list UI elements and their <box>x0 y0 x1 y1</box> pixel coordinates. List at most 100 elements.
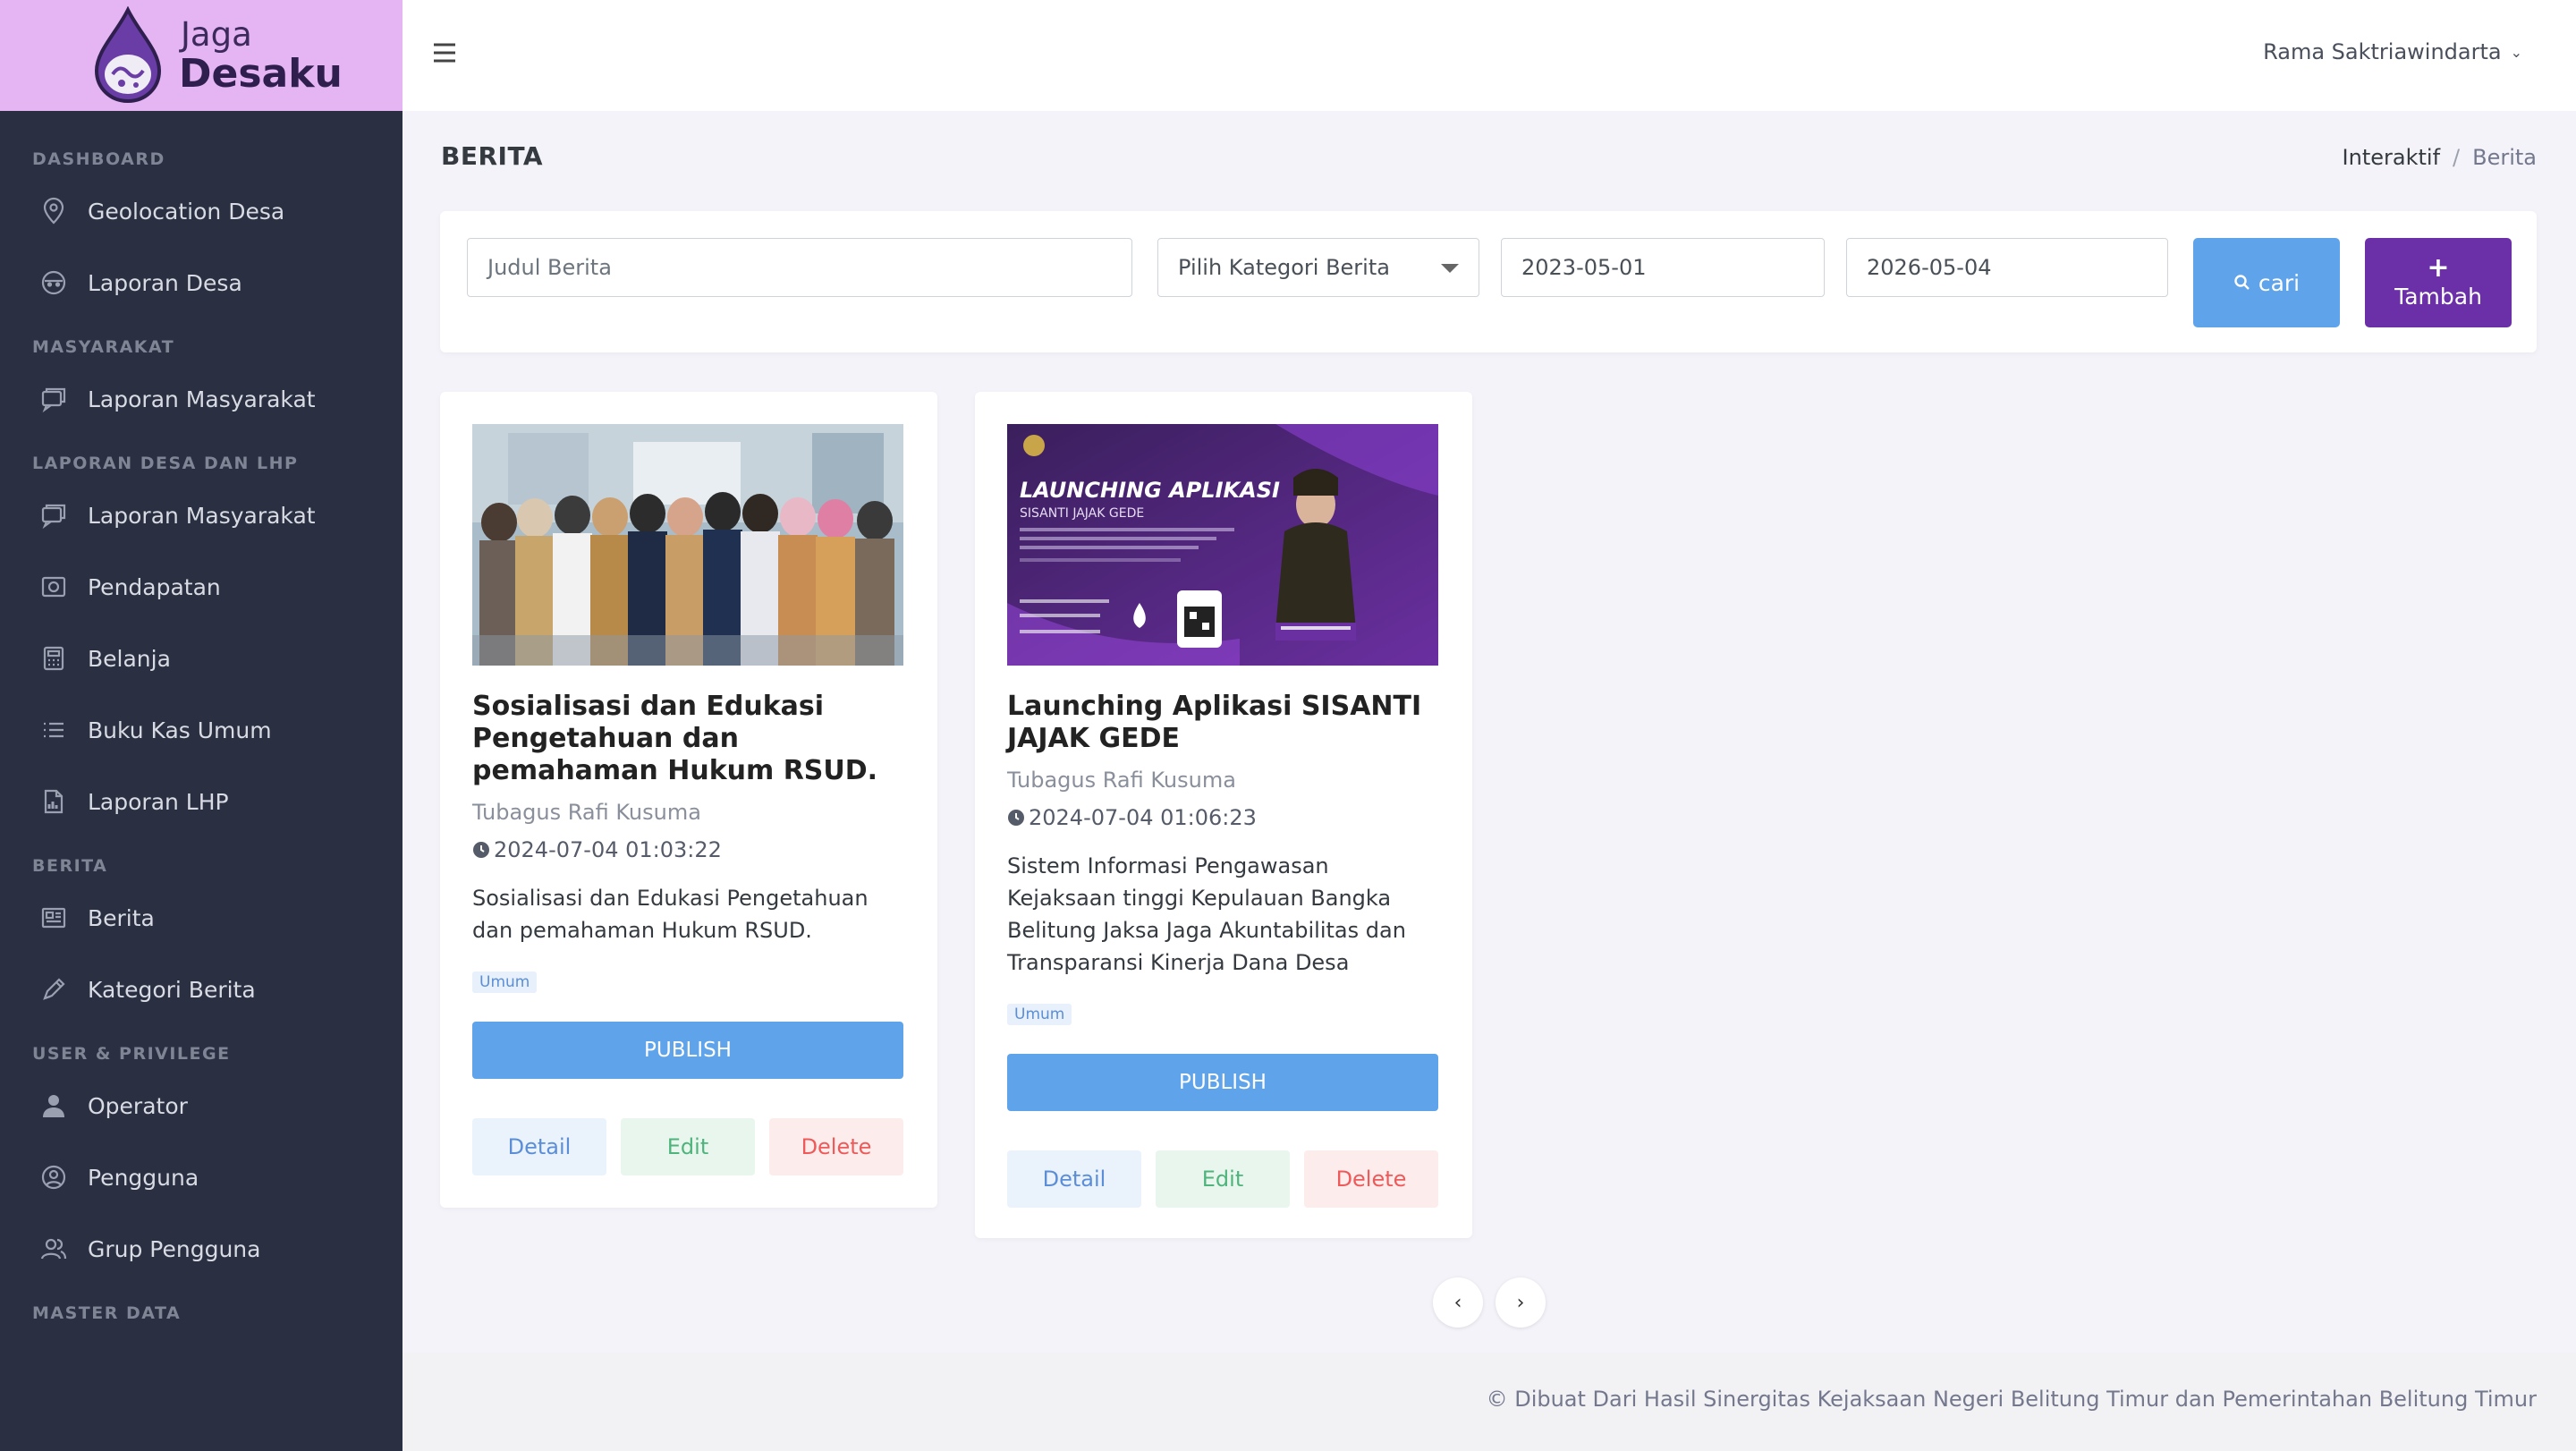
news-description: Sosialisasi dan Edukasi Pengetahuan dan … <box>472 886 869 943</box>
breadcrumb-item-interaktif[interactable]: Interaktif <box>2343 145 2440 170</box>
sidebar-item-pendapatan[interactable]: Pendapatan <box>0 551 402 623</box>
search-icon <box>2234 275 2250 290</box>
chevron-left-icon: ‹ <box>1453 1291 1462 1314</box>
sidebar-item-laporan-masyarakat[interactable]: Laporan Masyarakat <box>0 363 402 435</box>
sidebar-item-label: Laporan Masyarakat <box>88 502 316 529</box>
sidebar-item-label: Berita <box>88 904 155 931</box>
page-title: BERITA <box>441 141 544 171</box>
user-group-icon <box>40 1238 67 1260</box>
delete-button[interactable]: Delete <box>769 1118 903 1175</box>
sidebar-item-buku-kas-umum[interactable]: Buku Kas Umum <box>0 694 402 766</box>
chevron-right-icon: › <box>1516 1291 1525 1314</box>
edit-button[interactable]: Edit <box>1156 1150 1290 1208</box>
plus-icon: + <box>2427 251 2450 284</box>
launching-banner-image: LAUNCHING APLIKASI SISANTI JAJAK GEDE <box>1007 424 1438 666</box>
news-banner[interactable]: LAUNCHING APLIKASI SISANTI JAJAK GEDE <box>1007 424 1438 666</box>
news-date-value: 2024-07-04 01:03:22 <box>494 837 722 862</box>
sidebar: Jaga Desaku DASHBOARD Geolocation Desa L… <box>0 0 402 1451</box>
news-description: Sistem Informasi Pengawasan Kejaksaan ti… <box>1007 853 1406 975</box>
calculator-icon <box>43 646 64 671</box>
topbar: Rama Saktriawindarta ⌄ <box>402 0 2576 111</box>
search-button[interactable]: cari <box>2193 238 2340 327</box>
pagination-prev-button[interactable]: ‹ <box>1433 1277 1483 1328</box>
user-circle-icon <box>41 1165 66 1190</box>
brand-line1: Jaga <box>181 14 252 54</box>
clock-icon <box>1008 810 1024 826</box>
sidebar-item-geolocation-desa[interactable]: Geolocation Desa <box>0 175 402 247</box>
hamburger-menu-icon[interactable] <box>431 39 458 66</box>
chat-icon <box>41 504 66 530</box>
news-title[interactable]: Launching Aplikasi SISANTI JAJAK GEDE <box>1007 691 1440 755</box>
publish-button[interactable]: PUBLISH <box>472 1022 903 1079</box>
menu-title-masyarakat: MASYARAKAT <box>32 337 175 357</box>
list-icon <box>44 722 64 738</box>
sidebar-item-label: Kategori Berita <box>88 976 256 1003</box>
breadcrumb-separator: / <box>2453 145 2461 170</box>
footer-text: © Dibuat Dari Hasil Sinergitas Kejaksaan… <box>1486 1387 2537 1412</box>
menu-title-dashboard: DASHBOARD <box>32 149 165 169</box>
add-news-button[interactable]: + Tambah <box>2365 238 2512 327</box>
sidebar-item-belanja[interactable]: Belanja <box>0 623 402 694</box>
menu-title-laporan-desa-lhp: LAPORAN DESA DAN LHP <box>32 454 299 473</box>
caret-down-icon <box>1441 264 1459 273</box>
breadcrumb: Interaktif / Berita <box>2343 145 2537 170</box>
news-date: 2024-07-04 01:03:22 <box>472 837 722 862</box>
search-button-label: cari <box>2258 269 2301 296</box>
detail-button[interactable]: Detail <box>1007 1150 1141 1208</box>
chat-icon <box>41 387 66 413</box>
category-badge: Umum <box>1007 1004 1072 1025</box>
menu-title-berita: BERITA <box>32 856 108 876</box>
date-from-input[interactable]: 2023-05-01 <box>1501 238 1825 297</box>
sidebar-item-berita[interactable]: Berita <box>0 882 402 954</box>
newspaper-icon <box>41 907 66 929</box>
date-to-input[interactable]: 2026-05-04 <box>1846 238 2168 297</box>
group-photo-image <box>472 424 903 666</box>
sidebar-item-grup-pengguna[interactable]: Grup Pengguna <box>0 1213 402 1285</box>
person-icon <box>43 1095 64 1117</box>
map-pin-icon <box>43 197 64 225</box>
camera-icon <box>41 576 66 598</box>
detail-button[interactable]: Detail <box>472 1118 606 1175</box>
news-card: LAUNCHING APLIKASI SISANTI JAJAK GEDE La… <box>975 392 1472 1238</box>
sidebar-item-label: Laporan Desa <box>88 269 242 296</box>
brand[interactable]: Jaga Desaku <box>0 0 402 111</box>
breadcrumb-item-berita: Berita <box>2472 145 2537 170</box>
sidebar-item-pengguna[interactable]: Pengguna <box>0 1141 402 1213</box>
title-search-input[interactable]: Judul Berita <box>467 238 1132 297</box>
sidebar-item-kategori-berita[interactable]: Kategori Berita <box>0 954 402 1025</box>
sidebar-item-laporan-desa[interactable]: Laporan Desa <box>0 247 402 318</box>
clock-icon <box>473 842 489 858</box>
news-title[interactable]: Sosialisasi dan Edukasi Pengetahuan dan … <box>472 691 905 787</box>
sidebar-item-label: Pengguna <box>88 1164 199 1191</box>
chevron-down-icon: ⌄ <box>2510 43 2522 61</box>
water-drop-logo-icon <box>94 6 162 104</box>
category-select[interactable]: Pilih Kategori Berita <box>1157 238 1479 297</box>
sidebar-item-label: Laporan LHP <box>88 788 229 815</box>
sidebar-item-label: Operator <box>88 1092 188 1119</box>
sidebar-item-label: Laporan Masyarakat <box>88 386 316 412</box>
news-photo[interactable] <box>472 424 903 666</box>
news-author: Tubagus Rafi Kusuma <box>1007 768 1236 793</box>
sidebar-item-label: Buku Kas Umum <box>88 717 272 743</box>
sidebar-item-laporan-lhp[interactable]: Laporan LHP <box>0 766 402 837</box>
add-news-button-label: Tambah <box>2394 283 2482 310</box>
document-chart-icon <box>44 789 64 814</box>
sidebar-item-laporan-masyarakat-2[interactable]: Laporan Masyarakat <box>0 479 402 551</box>
category-badge: Umum <box>472 972 538 993</box>
menu-title-master-data: MASTER DATA <box>32 1303 182 1323</box>
filter-card: Judul Berita Pilih Kategori Berita 2023-… <box>440 211 2537 352</box>
publish-button[interactable]: PUBLISH <box>1007 1054 1438 1111</box>
face-icon <box>41 270 66 295</box>
banner-headline: LAUNCHING APLIKASI <box>1020 478 1280 503</box>
brand-line2: Desaku <box>179 50 343 97</box>
edit-button[interactable]: Edit <box>621 1118 755 1175</box>
user-menu[interactable]: Rama Saktriawindarta ⌄ <box>2263 39 2522 64</box>
sidebar-item-label: Geolocation Desa <box>88 198 285 225</box>
user-name: Rama Saktriawindarta <box>2263 39 2502 64</box>
sidebar-item-operator[interactable]: Operator <box>0 1070 402 1141</box>
pagination-next-button[interactable]: › <box>1496 1277 1546 1328</box>
sidebar-item-label: Pendapatan <box>88 573 221 600</box>
sidebar-item-label: Belanja <box>88 645 171 672</box>
delete-button[interactable]: Delete <box>1304 1150 1438 1208</box>
category-select-value: Pilih Kategori Berita <box>1178 255 1390 280</box>
